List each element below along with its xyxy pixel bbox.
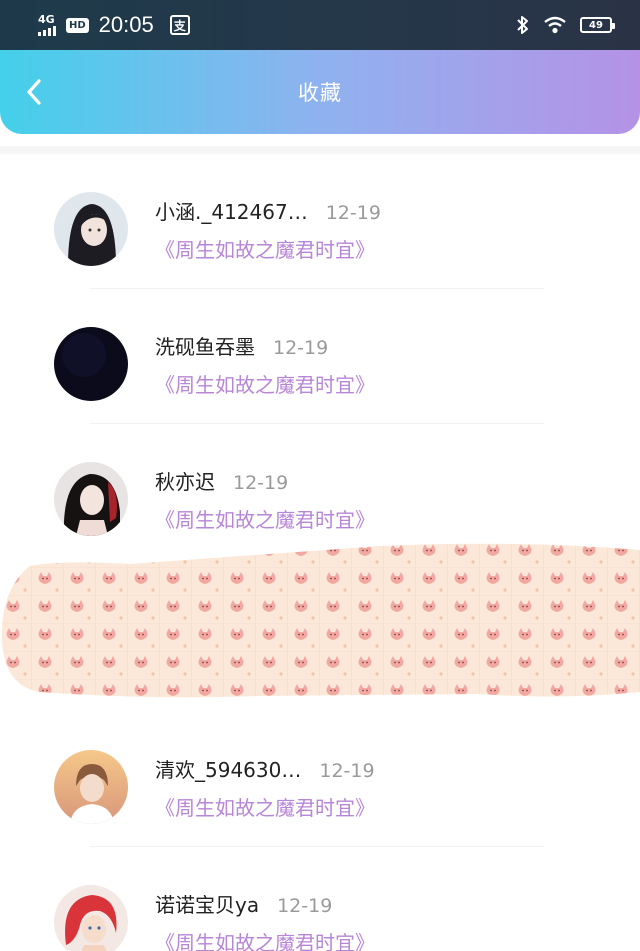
book-title-link[interactable]: 《周生如故之魔君时宜》 <box>155 369 375 398</box>
item-date: 12-19 <box>319 760 375 782</box>
battery-icon: 49 <box>580 17 615 33</box>
user-name[interactable]: 洗砚鱼吞墨 <box>155 331 255 360</box>
item-header: 小涵._412467… 12-19 <box>155 196 381 225</box>
alipay-icon: 支 <box>169 15 190 35</box>
book-title-link[interactable]: 《周生如故之魔君时宜》 <box>155 234 375 263</box>
item-date: 12-19 <box>325 202 381 224</box>
item-header: 洗砚鱼吞墨 12-19 <box>155 331 328 360</box>
list-item[interactable]: 小涵._412467… 12-19 《周生如故之魔君时宜》 <box>0 154 640 289</box>
item-date: 12-19 <box>277 895 333 917</box>
status-bar: 4G HD 20:05 支 49 <box>0 0 640 50</box>
book-title-link[interactable]: 《周生如故之魔君时宜》 <box>155 792 375 821</box>
page-title: 收藏 <box>298 81 342 105</box>
user-name[interactable]: 秋亦迟 <box>155 466 215 495</box>
item-header: 清欢_594630… 12-19 <box>155 754 375 783</box>
signal-indicator: 4G <box>38 14 56 36</box>
avatar[interactable] <box>54 885 128 951</box>
status-time: 20:05 <box>98 12 154 37</box>
book-title-link[interactable]: 《周生如故之魔君时宜》 <box>155 927 375 951</box>
chevron-left-icon <box>27 79 41 105</box>
item-date: 12-19 <box>233 472 289 494</box>
signal-bars-icon <box>38 26 56 36</box>
avatar[interactable] <box>54 750 128 824</box>
list-item[interactable]: 清欢_594630… 12-19 《周生如故之魔君时宜》 <box>0 712 640 847</box>
user-name[interactable]: 小涵._412467… <box>155 196 308 225</box>
wifi-icon <box>544 16 566 34</box>
list-item[interactable]: 秋亦迟 12-19 《周生如故之魔君时宜》 <box>0 424 640 559</box>
avatar[interactable] <box>54 327 128 401</box>
user-name[interactable]: 诺诺宝贝ya <box>155 889 259 918</box>
book-title-link[interactable]: 《周生如故之魔君时宜》 <box>155 504 375 533</box>
censor-sticker <box>1 543 640 698</box>
battery-level: 49 <box>589 19 603 31</box>
user-name[interactable]: 清欢_594630… <box>155 754 301 783</box>
status-right: 49 <box>516 15 615 35</box>
back-button[interactable] <box>20 76 48 108</box>
top-nav-bar: 收藏 <box>0 50 640 134</box>
avatar[interactable] <box>54 192 128 266</box>
item-header: 秋亦迟 12-19 <box>155 466 288 495</box>
item-header: 诺诺宝贝ya 12-19 <box>155 889 332 918</box>
avatar[interactable] <box>54 462 128 536</box>
status-left: 4G HD 20:05 支 <box>38 12 190 38</box>
section-divider <box>0 146 640 154</box>
hd-badge: HD <box>66 17 89 33</box>
network-type: 4G <box>38 13 55 26</box>
bluetooth-icon <box>517 16 528 34</box>
list-item[interactable]: 诺诺宝贝ya 12-19 《周生如故之魔君时宜》 <box>0 847 640 951</box>
item-date: 12-19 <box>273 337 329 359</box>
list-item[interactable]: 洗砚鱼吞墨 12-19 《周生如故之魔君时宜》 <box>0 289 640 424</box>
